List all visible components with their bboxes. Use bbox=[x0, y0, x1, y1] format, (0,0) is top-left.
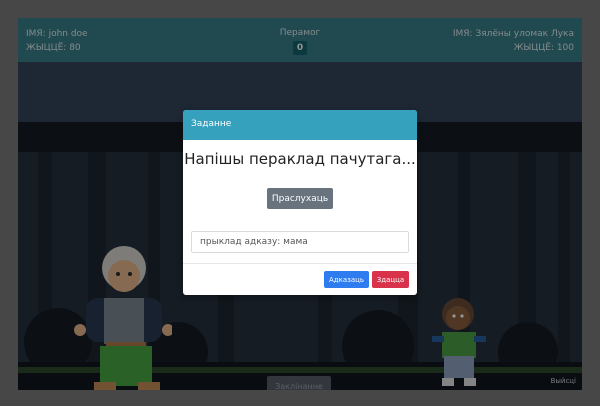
listen-button[interactable]: Праслухаць bbox=[267, 188, 333, 209]
answer-input[interactable] bbox=[191, 231, 409, 253]
task-prompt: Напішы пераклад пачутага... bbox=[184, 150, 416, 168]
modal-header: Заданне bbox=[183, 110, 417, 140]
task-modal: Заданне Напішы пераклад пачутага... Прас… bbox=[183, 110, 417, 295]
submit-answer-button[interactable]: Адказаць bbox=[324, 271, 369, 288]
give-up-button[interactable]: Здацца bbox=[372, 271, 409, 288]
modal-footer: Адказаць Здацца bbox=[183, 263, 417, 295]
